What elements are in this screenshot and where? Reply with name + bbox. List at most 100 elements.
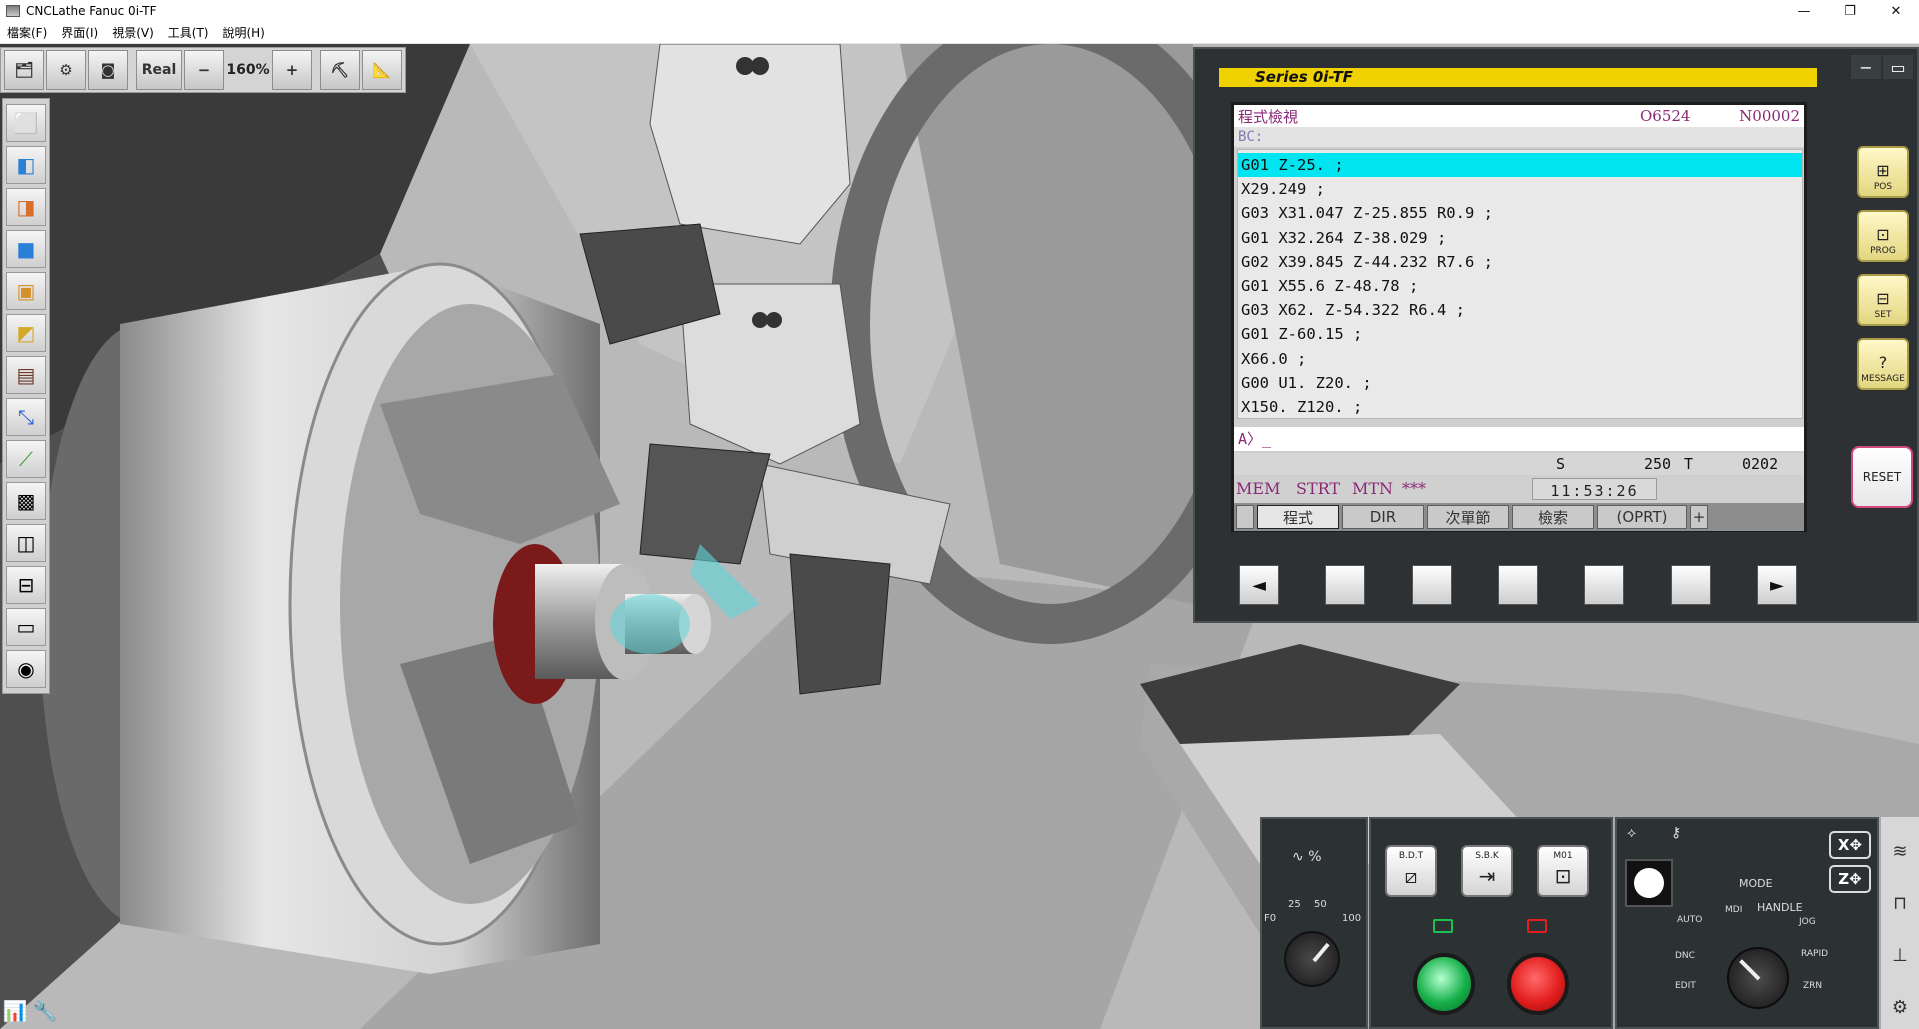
m01-label: M01 bbox=[1553, 851, 1573, 861]
offset-setting-key[interactable]: ⊟ SET bbox=[1857, 274, 1909, 326]
message-key-label: MESSAGE bbox=[1861, 374, 1905, 384]
function-key-2[interactable] bbox=[1411, 565, 1452, 605]
view-iso-button[interactable]: ⬜ bbox=[6, 104, 46, 142]
menu-help[interactable]: 說明(H) bbox=[215, 24, 271, 41]
program-line: X66.0 ; bbox=[1241, 349, 1307, 368]
cylinder-icon: ◙ bbox=[100, 61, 116, 79]
wrench-icon[interactable]: 🔧 bbox=[30, 996, 60, 1026]
mode-rapid[interactable]: RAPID bbox=[1801, 949, 1828, 959]
feed-hold-button[interactable] bbox=[1507, 953, 1569, 1015]
path-icon: ⟋ bbox=[19, 447, 33, 471]
zoom-out-button[interactable]: − bbox=[184, 50, 224, 90]
panel-maximize-button[interactable]: ▭ bbox=[1883, 55, 1913, 79]
menu-file[interactable]: 檔案(F) bbox=[0, 24, 54, 41]
fixture-button[interactable]: ▩ bbox=[6, 482, 46, 520]
menu-tools[interactable]: 工具(T) bbox=[161, 24, 216, 41]
panel-controls: − ▭ bbox=[1849, 55, 1913, 79]
next-page-button[interactable]: ► bbox=[1756, 565, 1797, 605]
prev-page-button[interactable]: ◄ bbox=[1239, 565, 1279, 605]
set-key-label: SET bbox=[1874, 310, 1892, 320]
wave-icon[interactable]: ⊓ bbox=[1885, 885, 1915, 921]
softkey-next[interactable]: + bbox=[1690, 505, 1708, 529]
softkey-program[interactable]: 程式 bbox=[1257, 505, 1339, 529]
single-block-icon: ⇥ bbox=[1478, 864, 1496, 888]
cycle-start-button[interactable] bbox=[1413, 953, 1475, 1015]
softkey-dir[interactable]: DIR bbox=[1342, 505, 1424, 529]
zoom-in-button[interactable]: + bbox=[272, 50, 312, 90]
block-delete-key[interactable]: B.D.T ⧄ bbox=[1385, 845, 1437, 897]
tool-change-button[interactable]: ⛏ bbox=[320, 50, 360, 90]
program-listing[interactable]: G01 Z-25. ; X29.249 ; G03 X31.047 Z-25.8… bbox=[1237, 149, 1803, 419]
softkey-return[interactable] bbox=[1236, 505, 1254, 529]
menu-bar: 檔案(F) 界面(I) 視景(V) 工具(T) 說明(H) bbox=[0, 22, 1919, 44]
function-key-1[interactable] bbox=[1325, 565, 1366, 605]
view-top-button[interactable]: ◨ bbox=[6, 188, 46, 226]
pos-key[interactable]: ⊞ POS bbox=[1857, 146, 1909, 198]
menu-view[interactable]: 視景(V) bbox=[105, 24, 161, 41]
program-line: G03 X62. Z-54.322 R6.4 ; bbox=[1241, 301, 1465, 320]
softkey-oprt[interactable]: (OPRT) bbox=[1597, 505, 1687, 529]
workpiece-button[interactable]: ◩ bbox=[6, 314, 46, 352]
path-button[interactable]: ⟋ bbox=[6, 440, 46, 478]
prog-key[interactable]: ⊡ PROG bbox=[1857, 210, 1909, 262]
chart-icon[interactable]: 📊 bbox=[0, 996, 30, 1026]
view-front-button[interactable]: ◧ bbox=[6, 146, 46, 184]
chuck-view-button[interactable]: ⚙ bbox=[46, 50, 86, 90]
material-button[interactable]: ▤ bbox=[6, 356, 46, 394]
machine-button[interactable]: ▣ bbox=[6, 272, 46, 310]
sound-button[interactable]: ◉ bbox=[6, 650, 46, 688]
pos-icon: ⊞ bbox=[1876, 161, 1890, 180]
axes-button[interactable]: ⤡ bbox=[6, 398, 46, 436]
view-side-button[interactable]: ■ bbox=[6, 230, 46, 268]
tool-label: T bbox=[1684, 455, 1694, 473]
caliper-button[interactable]: ⊟ bbox=[6, 566, 46, 604]
spring-icon[interactable]: ≋ bbox=[1885, 833, 1915, 869]
cylinder-view-button[interactable]: ◙ bbox=[88, 50, 128, 90]
measure-button[interactable]: 📐 bbox=[362, 50, 402, 90]
message-key[interactable]: ? MESSAGE bbox=[1857, 338, 1909, 390]
mode-jog[interactable]: JOG bbox=[1799, 917, 1816, 927]
mode-edit[interactable]: EDIT bbox=[1675, 981, 1696, 991]
program-line: G01 Z-60.15 ; bbox=[1241, 325, 1363, 344]
maximize-button[interactable]: ❐ bbox=[1827, 0, 1873, 22]
settings-icon[interactable]: ⚙ bbox=[1885, 989, 1915, 1025]
handwheel-button[interactable] bbox=[1625, 859, 1673, 907]
close-button[interactable]: ✕ bbox=[1873, 0, 1919, 22]
caliper-icon: ⊟ bbox=[17, 573, 35, 597]
mode-auto[interactable]: AUTO bbox=[1677, 915, 1702, 925]
section-button[interactable]: ◫ bbox=[6, 524, 46, 562]
menu-interface[interactable]: 界面(I) bbox=[54, 24, 105, 41]
mode-mdi[interactable]: MDI bbox=[1725, 905, 1742, 915]
reset-button[interactable]: RESET bbox=[1851, 446, 1913, 508]
right-strip: ≋ ⊓ ⊥ ⚙ bbox=[1881, 817, 1919, 1029]
open-file-button[interactable]: 🗂 bbox=[4, 50, 44, 90]
cube-front-icon: ◧ bbox=[16, 153, 36, 177]
mode-dnc[interactable]: DNC bbox=[1675, 951, 1695, 961]
function-key-3[interactable] bbox=[1497, 565, 1538, 605]
panel-minimize-button[interactable]: − bbox=[1851, 55, 1881, 79]
stock-button[interactable]: ▭ bbox=[6, 608, 46, 646]
axes-icon: ⤡ bbox=[18, 405, 34, 429]
status-mode: MEM bbox=[1236, 479, 1281, 498]
mode-handle[interactable]: HANDLE bbox=[1757, 901, 1803, 914]
minimize-button[interactable]: — bbox=[1781, 0, 1827, 22]
z-axis-button[interactable]: Z ✥ bbox=[1829, 865, 1871, 893]
single-block-key[interactable]: S.B.K ⇥ bbox=[1461, 845, 1513, 897]
section-icon: ◫ bbox=[16, 531, 36, 555]
series-label: Series 0i-TF bbox=[1219, 68, 1817, 87]
x-axis-button[interactable]: X ✥ bbox=[1829, 831, 1871, 859]
feed-override-dial[interactable] bbox=[1284, 931, 1340, 987]
optional-stop-key[interactable]: M01 ⊡ bbox=[1537, 845, 1589, 897]
key-input-line[interactable]: A〉_ bbox=[1234, 427, 1804, 451]
tailstock-icon[interactable]: ⊥ bbox=[1885, 937, 1915, 973]
cube-top-icon: ◨ bbox=[16, 195, 36, 219]
softkey-next-block[interactable]: 次單節 bbox=[1427, 505, 1509, 529]
function-key-4[interactable] bbox=[1584, 565, 1625, 605]
function-key-5[interactable] bbox=[1670, 565, 1711, 605]
chuck-icon: ⚙ bbox=[59, 61, 73, 79]
mode-zrn[interactable]: ZRN bbox=[1803, 981, 1822, 991]
mode-selector-knob[interactable] bbox=[1727, 947, 1789, 1009]
softkey-search[interactable]: 檢索 bbox=[1512, 505, 1594, 529]
top-toolbar: 🗂 ⚙ ◙ Real − 160% + ⛏ 📐 bbox=[0, 47, 406, 93]
real-view-button[interactable]: Real bbox=[136, 50, 182, 90]
